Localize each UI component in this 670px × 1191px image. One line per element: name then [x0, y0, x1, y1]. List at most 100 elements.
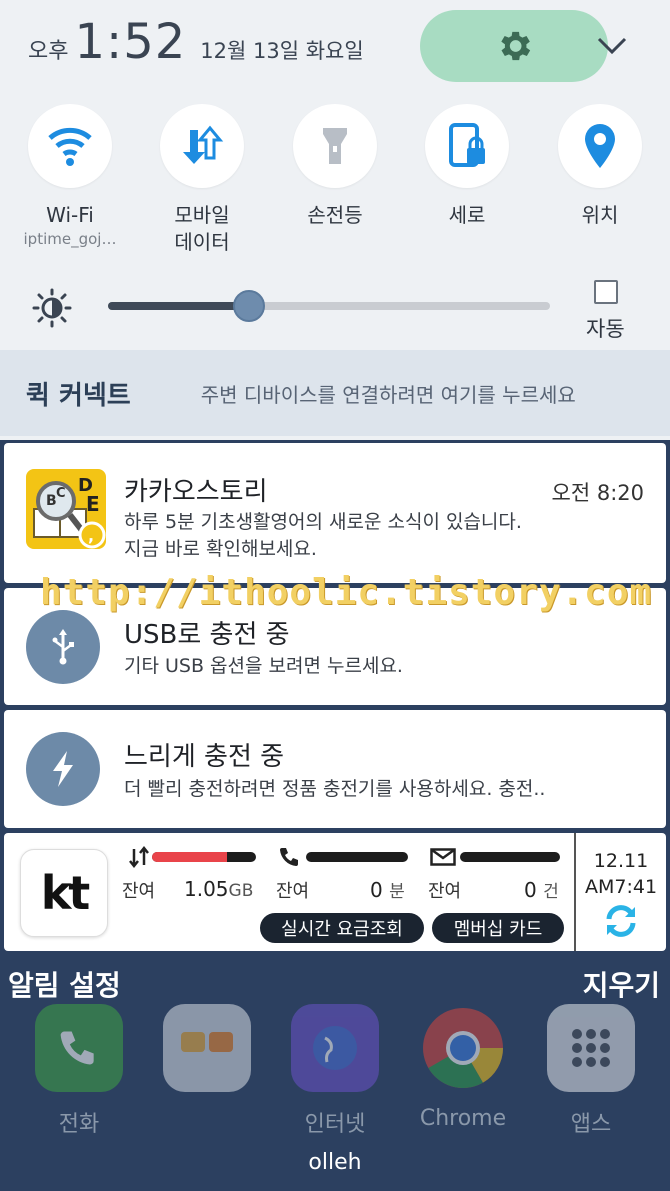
dock-app-label: Chrome [419, 1106, 507, 1131]
svg-text:C: C [56, 486, 66, 501]
flashlight-icon [323, 128, 347, 164]
chrome-icon [419, 1004, 507, 1092]
voice-unit: 분 [389, 882, 405, 902]
data-remaining-fill [152, 852, 227, 862]
phone-icon [280, 848, 298, 866]
dock-app-chrome[interactable]: Chrome [418, 1004, 508, 1131]
data-remaining-bar [152, 852, 256, 862]
tile-wifi[interactable]: Wi-Fi iptime_goj… [10, 104, 130, 249]
notification-settings-button[interactable]: 알림 설정 [8, 964, 121, 1004]
voice-remaining-value: 0 분 [370, 877, 405, 902]
apps-icon [547, 1004, 635, 1092]
usb-app-icon [26, 610, 100, 684]
kt-widget[interactable]: kt 잔여 1.05GB 잔여 0 분 잔여 0 건 실시간 요금조회 멤버십 … [4, 833, 666, 951]
ampm-label: 오후 [28, 39, 69, 64]
wifi-tile-circle[interactable] [28, 104, 112, 188]
notification-kakaostory[interactable]: B C D E , 카카오스토리 오전 8:20 하루 5분 기초생활영어의 새… [4, 443, 666, 583]
svg-text:,: , [88, 526, 94, 545]
brightness-icon [32, 288, 72, 332]
data-remaining-label: 잔여 [122, 881, 156, 902]
realtime-billing-button[interactable]: 실시간 요금조회 [260, 913, 424, 943]
quick-connect-hint: 주변 디바이스를 연결하려면 여기를 누르세요 [200, 382, 576, 407]
folder-icon [163, 1004, 251, 1092]
tile-flashlight[interactable]: 손전등 [275, 104, 395, 229]
membership-card-button[interactable]: 멤버십 카드 [432, 913, 564, 943]
notification-body: 기타 USB 옵션을 보려면 누르세요. [124, 655, 403, 677]
tile-sublabel: iptime_goj… [23, 230, 117, 248]
clock: 1:52 [74, 14, 187, 70]
carrier-label: olleh [308, 1150, 362, 1175]
phone-icon [35, 1004, 123, 1092]
kakaostory-app-icon: B C D E , [26, 469, 106, 549]
data-transfer-icon [129, 845, 149, 869]
notification-slow-charging[interactable]: 느리게 충전 중 더 빨리 충전하려면 정품 충전기를 사용하세요. 충전.. [4, 710, 666, 828]
notification-app-name: 카카오스토리 [124, 477, 268, 507]
sms-remaining-bar [460, 852, 560, 862]
data-value: 1.05 [184, 877, 229, 901]
kt-update-date: 12.11 [593, 850, 649, 872]
chevron-down-icon [597, 37, 627, 55]
tile-label: 세로 [448, 203, 486, 227]
portrait-tile-circle[interactable] [425, 104, 509, 188]
auto-brightness-label: 자동 [586, 317, 625, 341]
dock-app-phone[interactable]: 전화 [34, 1004, 124, 1138]
tile-label: 모바일 데이터 [174, 203, 230, 254]
mobile-data-icon [183, 125, 224, 164]
quick-connect-title: 퀵 커넥트 [26, 380, 131, 411]
envelope-icon [430, 848, 456, 866]
notification-body: 더 빨리 충전하려면 정품 충전기를 사용하세요. 충전.. [124, 778, 546, 800]
dock-app-label: 인터넷 [304, 1112, 366, 1137]
charging-app-icon [26, 732, 100, 806]
location-icon [585, 124, 615, 168]
bolt-icon [53, 751, 73, 787]
usb-icon [52, 629, 74, 665]
tile-location[interactable]: 위치 [540, 104, 660, 229]
kt-logo-text: kt [40, 866, 91, 920]
portrait-lock-icon [449, 123, 485, 167]
internet-icon [291, 1004, 379, 1092]
watermark: http://ithoolic.tistory.com [40, 572, 653, 613]
sms-unit: 건 [543, 882, 559, 902]
dock-app-label: 전화 [58, 1112, 100, 1137]
quick-connect-bar[interactable]: 퀵 커넥트 주변 디바이스를 연결하려면 여기를 누르세요 [0, 350, 670, 436]
dock-app-apps[interactable]: 앱스 [546, 1004, 636, 1138]
kt-logo: kt [20, 849, 108, 937]
date-label: 12월 13일 화요일 [200, 39, 364, 63]
notification-title: USB로 충전 중 [124, 620, 290, 650]
notification-line1: 하루 5분 기초생활영어의 새로운 소식이 있습니다. [124, 511, 522, 533]
refresh-icon[interactable] [601, 903, 641, 939]
sms-value: 0 [524, 878, 537, 902]
dock-app-folder[interactable] [162, 1004, 252, 1106]
brightness-fill [108, 302, 250, 310]
location-tile-circle[interactable] [558, 104, 642, 188]
gear-icon [501, 31, 531, 61]
notification-time: 오전 8:20 [551, 481, 644, 505]
settings-button[interactable] [420, 10, 608, 82]
wifi-icon [48, 127, 92, 166]
dock-app-label: 앱스 [570, 1112, 612, 1137]
clear-all-button[interactable]: 지우기 [583, 964, 660, 1004]
voice-remaining-label: 잔여 [276, 881, 310, 902]
flashlight-tile-circle[interactable] [293, 104, 377, 188]
tile-mobile-data[interactable]: 모바일 데이터 [142, 104, 262, 256]
sms-remaining-value: 0 건 [524, 877, 559, 902]
collapse-button[interactable] [594, 28, 630, 64]
voice-remaining-bar [306, 852, 408, 862]
dock-app-internet[interactable]: 인터넷 [290, 1004, 380, 1138]
voice-value: 0 [370, 878, 383, 902]
brightness-slider[interactable] [108, 290, 550, 322]
mobile-data-tile-circle[interactable] [160, 104, 244, 188]
svg-text:E: E [86, 492, 100, 516]
status-header: 오후 1:52 12월 13일 화요일 [28, 14, 364, 70]
auto-brightness-checkbox[interactable] [594, 280, 618, 304]
notification-line2: 지금 바로 확인해보세요. [124, 538, 317, 560]
data-unit: GB [228, 881, 254, 901]
tile-label: Wi-Fi [46, 203, 94, 227]
kt-update-time: AM7:41 [584, 876, 658, 898]
sms-remaining-label: 잔여 [428, 881, 462, 902]
tile-label: 손전등 [307, 203, 363, 227]
tile-label: 위치 [581, 203, 619, 227]
tile-portrait[interactable]: 세로 [407, 104, 527, 229]
kt-update-panel: 12.11 AM7:41 [574, 833, 666, 951]
notification-title: 느리게 충전 중 [124, 742, 285, 772]
